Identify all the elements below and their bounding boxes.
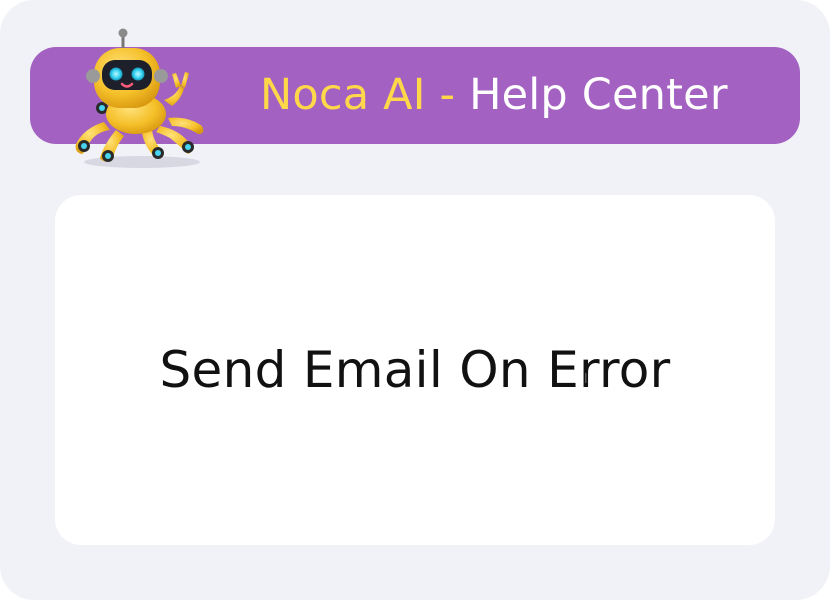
article-title: Send Email On Error bbox=[159, 341, 671, 399]
banner-title: Noca AI - Help Center bbox=[260, 47, 728, 144]
page-frame: Noca AI - Help Center Send Email On Erro… bbox=[0, 0, 830, 600]
title-separator: - bbox=[425, 70, 470, 120]
text-cursor-icon bbox=[585, 373, 587, 383]
brand-name: Noca AI bbox=[260, 70, 426, 120]
section-name: Help Center bbox=[469, 70, 728, 120]
article-card: Send Email On Error bbox=[55, 195, 775, 545]
robot-mascot-icon bbox=[75, 28, 204, 168]
